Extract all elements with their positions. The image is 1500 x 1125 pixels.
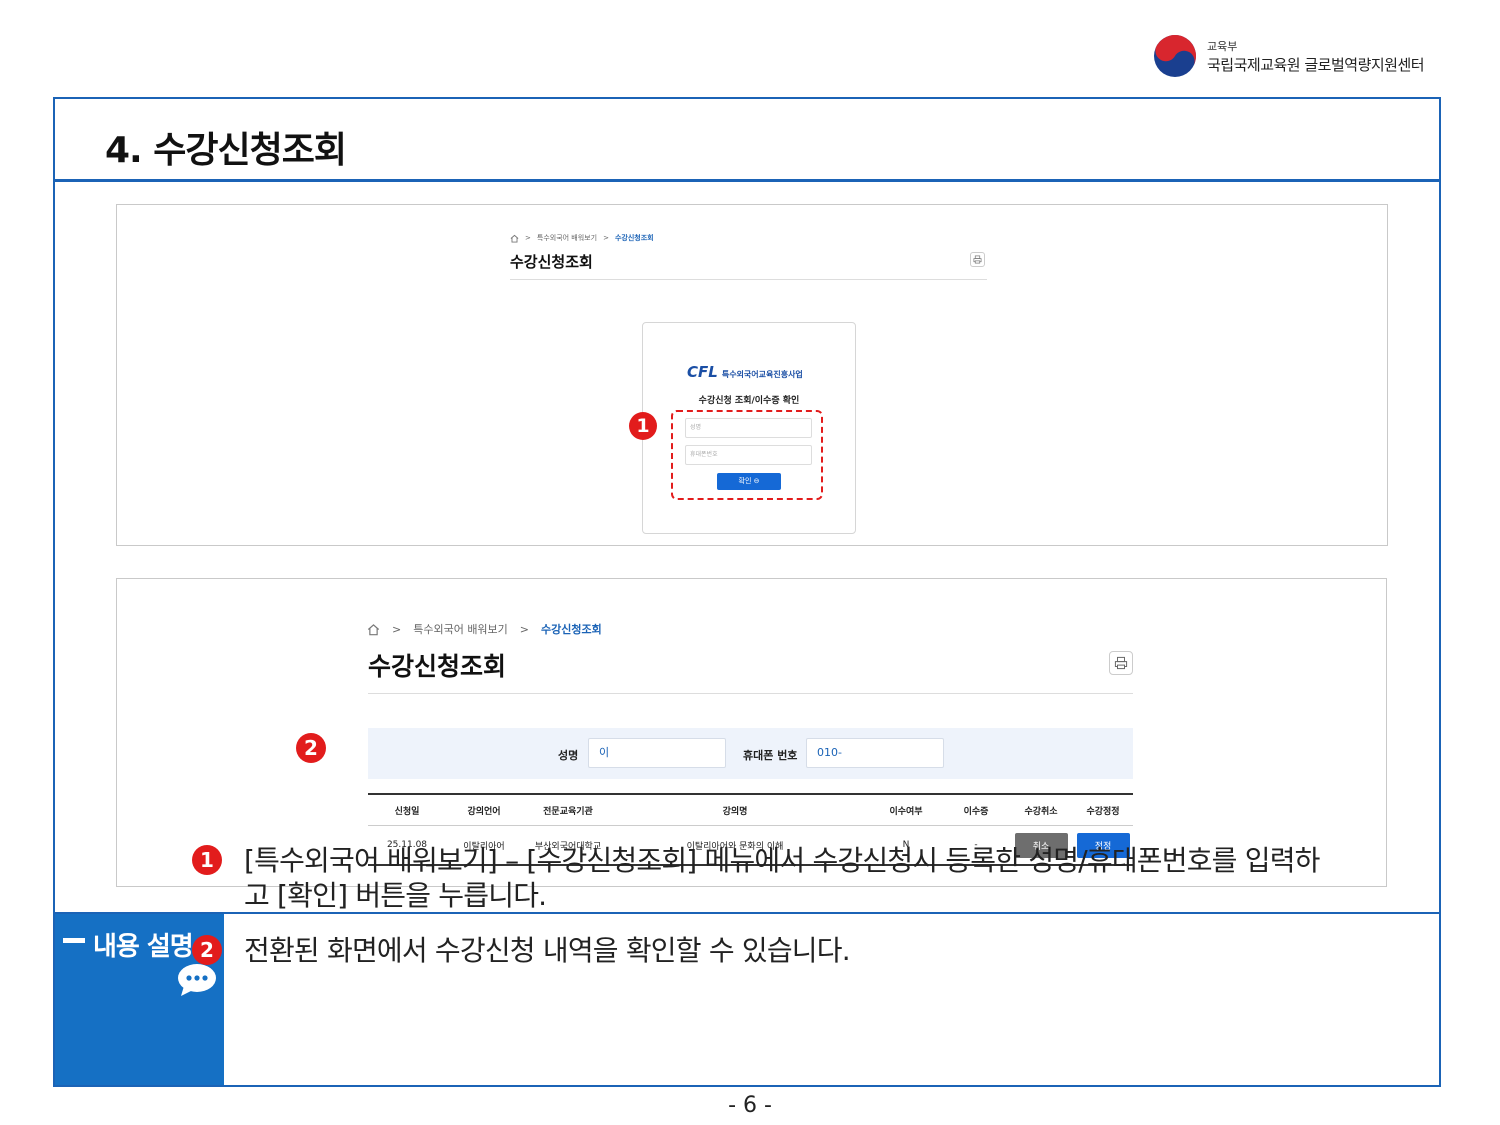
printer-icon <box>973 255 982 264</box>
col-cancel: 수강취소 <box>1024 806 1058 817</box>
col-edit: 수강정정 <box>1086 806 1120 817</box>
col-institution: 전문교육기관 <box>543 806 593 817</box>
print-button[interactable] <box>1109 651 1133 675</box>
section-title: 4. 수강신청조회 <box>105 130 347 171</box>
table-header: 신청일 강의언어 전문교육기관 강의명 이수여부 이수증 수강취소 수강정정 <box>368 793 1133 826</box>
title-rule <box>510 279 987 280</box>
col-course: 강의명 <box>722 806 748 817</box>
chevron-right-icon: > <box>519 622 530 636</box>
col-language: 강의언어 <box>467 806 501 817</box>
cfl-mark: CFL <box>687 363 718 381</box>
login-heading: 수강신청 조회/이수증 확인 <box>698 396 800 406</box>
title-divider <box>55 179 1439 182</box>
cfl-name: 특수외국어교육진흥사업 <box>721 370 803 379</box>
breadcrumb-current: 수강신청조회 <box>541 623 602 636</box>
step-number: 1 <box>192 845 222 875</box>
step-marker-1: 1 <box>629 412 657 440</box>
phone-field[interactable]: 010- <box>806 738 944 768</box>
chevron-right-icon: > <box>603 234 609 242</box>
home-icon[interactable] <box>510 234 519 243</box>
col-date: 신청일 <box>394 806 420 817</box>
cfl-logo: CFL 특수외국어교육진흥사업 <box>687 363 803 381</box>
description-label: 내용 설명 <box>93 932 194 962</box>
name-field[interactable]: 이 <box>588 738 726 768</box>
page-title: 수강신청조회 <box>510 253 593 271</box>
screenshot-login: > 특수외국어 배워보기 > 수강신청조회 수강신청조회 CFL 특수외국어교육… <box>116 204 1388 546</box>
title-rule <box>368 693 1133 694</box>
page-title: 수강신청조회 <box>368 652 507 681</box>
taegeuk-logo-icon <box>1154 35 1196 77</box>
col-certificate: 이수증 <box>963 806 989 817</box>
breadcrumb: > 특수외국어 배워보기 > 수강신청조회 <box>367 621 602 637</box>
breadcrumb: > 특수외국어 배워보기 > 수강신청조회 <box>510 233 654 243</box>
ministry-name: 교육부 <box>1207 40 1238 53</box>
print-button[interactable] <box>970 252 985 267</box>
org-name: 국립국제교육원 글로벌역량지원센터 <box>1207 56 1425 74</box>
name-label: 성명 <box>558 749 579 762</box>
printer-icon <box>1114 656 1128 670</box>
highlight-box <box>671 410 823 500</box>
description-text: [특수외국어 배워보기] – [수강신청조회] 메뉴에서 수강신청시 등록한 성… <box>244 844 1320 912</box>
dash-icon <box>63 938 85 943</box>
chevron-right-icon: > <box>392 622 402 636</box>
description-item-1: 1 [특수외국어 배워보기] – [수강신청조회] 메뉴에서 수강신청시 등록한… <box>192 843 1344 913</box>
breadcrumb-item[interactable]: 특수외국어 배워보기 <box>537 233 597 243</box>
breadcrumb-current: 수강신청조회 <box>614 234 654 242</box>
description-item-2: 2 전환된 화면에서 수강신청 내역을 확인할 수 있습니다. <box>192 933 1344 968</box>
chevron-right-icon: > <box>525 234 531 242</box>
screenshot-results: > 특수외국어 배워보기 > 수강신청조회 수강신청조회 2 성명 이 휴대폰 … <box>116 578 1387 887</box>
description-text: 전환된 화면에서 수강신청 내역을 확인할 수 있습니다. <box>244 934 851 967</box>
step-number: 2 <box>192 935 222 965</box>
phone-label: 휴대폰 번호 <box>743 749 798 762</box>
page-number: - 6 - <box>728 1093 772 1118</box>
search-bar: 성명 이 휴대폰 번호 010- <box>368 728 1133 779</box>
col-completed: 이수여부 <box>889 806 923 817</box>
breadcrumb-item[interactable]: 특수외국어 배워보기 <box>413 621 508 637</box>
org-logo: 교육부 국립국제교육원 글로벌역량지원센터 <box>1153 34 1453 80</box>
home-icon[interactable] <box>367 623 380 636</box>
step-marker-2: 2 <box>296 733 326 763</box>
